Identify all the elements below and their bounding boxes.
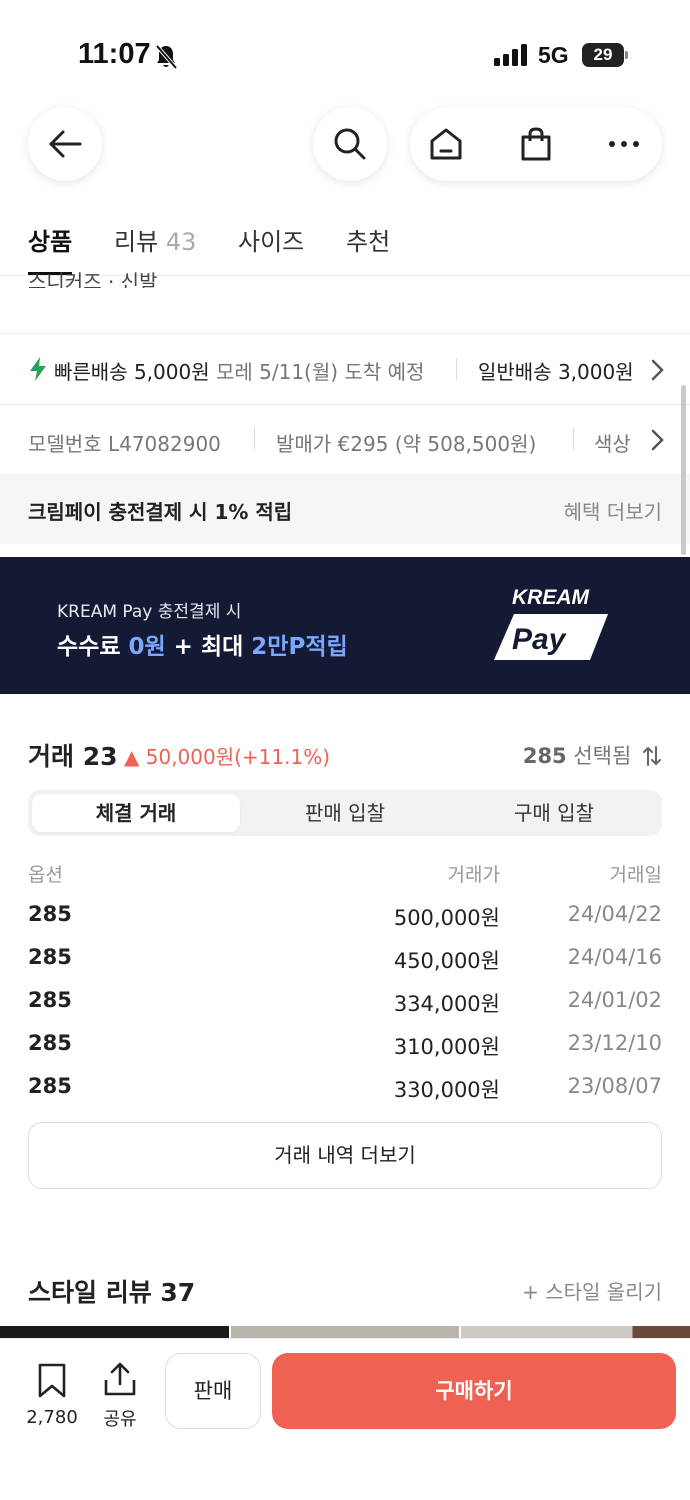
tab-label: 리뷰 — [114, 228, 159, 256]
sell-button[interactable]: 판매 — [165, 1353, 261, 1429]
tab-product[interactable]: 상품 — [28, 222, 72, 257]
product-tabs: 상품 리뷰 43 사이즈 추천 — [0, 214, 690, 276]
signal-icon — [494, 44, 527, 66]
bottom-action-bar: 2,780 공유 판매 구매하기 — [0, 1338, 690, 1500]
chevron-right-icon — [651, 429, 664, 451]
tab-size[interactable]: 사이즈 — [238, 222, 304, 257]
cart-button[interactable] — [518, 126, 554, 162]
price-change: ▲ 50,000원(+11.1%) — [124, 745, 331, 769]
segment-buy-bid[interactable]: 구매 입찰 — [450, 794, 658, 832]
trade-history-more-button[interactable]: 거래 내역 더보기 — [28, 1122, 662, 1189]
table-row: 285 500,000원 24/04/22 — [28, 902, 662, 930]
trade-segment-control: 체결 거래 판매 입찰 구매 입찰 — [28, 790, 662, 836]
top-nav-group — [410, 107, 662, 181]
style-upload-link[interactable]: + 스타일 올리기 — [522, 1276, 662, 1305]
tab-label: 상품 — [28, 228, 73, 256]
benefit-more-link[interactable]: 혜택 더보기 — [564, 496, 662, 525]
style-thumbnails — [0, 1326, 690, 1338]
network-type: 5G — [538, 42, 569, 68]
share-label: 공유 — [103, 1409, 137, 1430]
breadcrumb[interactable]: 스니커즈 · 신발 — [28, 270, 157, 288]
lightning-icon — [30, 357, 46, 381]
shopping-bag-icon — [521, 127, 551, 161]
table-row: 285 310,000원 23/12/10 — [28, 1031, 662, 1059]
model-number: 모델번호 L47082900 — [28, 432, 221, 456]
tab-review[interactable]: 리뷰 43 — [114, 222, 196, 257]
tab-label: 사이즈 — [238, 228, 305, 256]
banner-line2: 수수료 0원 + 최대 2만P적립 — [57, 634, 348, 660]
model-info-row[interactable]: 모델번호 L47082900 발매가 €295 (약 508,500원) 색상 — [0, 408, 690, 470]
table-row: 285 334,000원 24/01/02 — [28, 988, 662, 1016]
tab-recommend[interactable]: 추천 — [346, 222, 390, 257]
bookmark-button[interactable]: 2,780 — [24, 1363, 80, 1428]
sort-icon — [643, 746, 661, 766]
tab-label: 추천 — [346, 228, 391, 256]
status-bar: 11:07 5G 29 — [0, 0, 690, 110]
chevron-right-icon — [651, 359, 664, 381]
share-button[interactable]: 공유 — [98, 1361, 142, 1431]
back-arrow-icon — [49, 130, 82, 158]
status-time: 11:07 — [78, 38, 151, 70]
back-button[interactable] — [28, 107, 102, 181]
segment-executed[interactable]: 체결 거래 — [32, 794, 240, 832]
battery-level: 29 — [582, 43, 624, 67]
svg-text:Pay: Pay — [512, 623, 567, 656]
table-row: 285 450,000원 24/04/16 — [28, 945, 662, 973]
style-thumbnail[interactable] — [461, 1326, 690, 1338]
battery-icon: 29 — [582, 43, 628, 69]
bookmark-icon — [38, 1363, 66, 1398]
fast-shipping: 빠른배송 5,000원 모레 5/11(월) 도착 예정 — [54, 360, 425, 384]
benefit-label: 크림페이 충전결제 시 1% 적립 — [28, 500, 293, 524]
release-price: 발매가 €295 (약 508,500원) — [276, 432, 537, 456]
buy-button[interactable]: 구매하기 — [272, 1353, 676, 1429]
style-review-title: 스타일 리뷰 37 — [28, 1278, 196, 1307]
trade-title: 거래 23 — [28, 742, 118, 771]
banner-line1: KREAM Pay 충전결제 시 — [57, 602, 242, 622]
svg-text:KREAM: KREAM — [512, 586, 590, 609]
search-icon — [334, 128, 366, 160]
more-button[interactable] — [606, 126, 642, 162]
color-info: 색상 — [594, 432, 630, 456]
normal-shipping: 일반배송 3,000원 — [478, 360, 634, 384]
home-button[interactable] — [428, 126, 464, 162]
bell-off-icon — [155, 44, 178, 70]
benefit-row[interactable]: 크림페이 충전결제 시 1% 적립 혜택 더보기 — [0, 474, 690, 544]
scrollbar[interactable] — [681, 385, 686, 555]
style-thumbnail[interactable] — [0, 1326, 229, 1338]
home-icon — [430, 128, 462, 160]
tab-count: 43 — [165, 228, 197, 256]
share-icon — [104, 1362, 136, 1396]
shipping-row[interactable]: 빠른배송 5,000원 모레 5/11(월) 도착 예정 일반배송 3,000원 — [0, 340, 690, 400]
more-icon — [609, 141, 639, 147]
table-row: 285 330,000원 23/08/07 — [28, 1074, 662, 1102]
segment-sell-bid[interactable]: 판매 입찰 — [241, 794, 449, 832]
bookmark-count: 2,780 — [26, 1407, 78, 1428]
style-thumbnail[interactable] — [231, 1326, 459, 1338]
search-button[interactable] — [313, 107, 387, 181]
size-selector[interactable]: 285 선택됨 — [523, 740, 662, 770]
kream-pay-logo: KREAM Pay — [494, 586, 608, 660]
